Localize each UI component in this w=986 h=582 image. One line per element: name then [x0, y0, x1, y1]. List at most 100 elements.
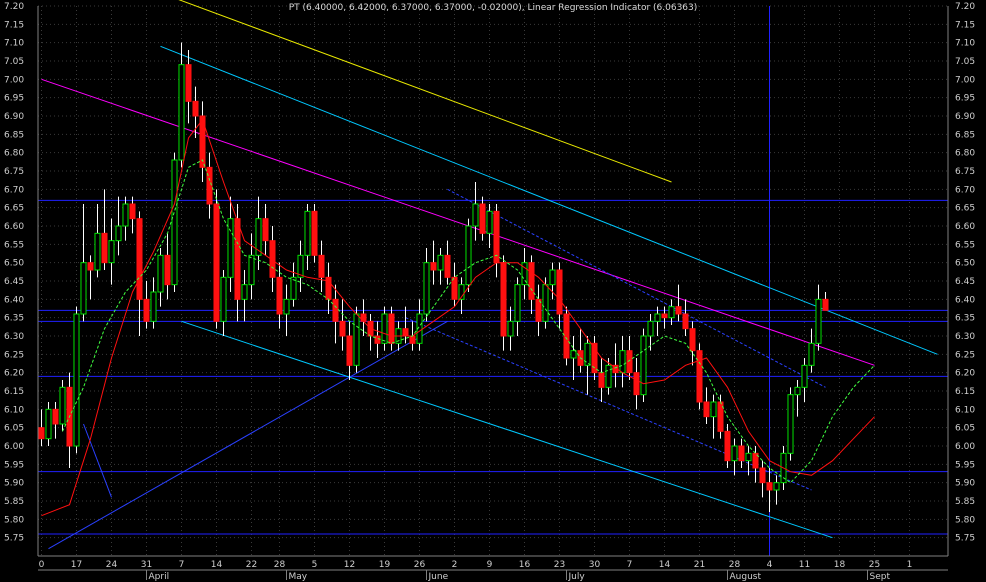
y-tick-label-right: 5.80 — [955, 515, 975, 525]
y-tick-label-left: 7.10 — [4, 39, 24, 49]
candle-up — [59, 386, 66, 425]
x-day-label: 26 — [414, 560, 426, 570]
y-tick-label-left: 6.45 — [4, 277, 24, 287]
candle-down — [675, 306, 682, 315]
candle-up — [150, 291, 157, 322]
x-day-label: 23 — [554, 560, 565, 570]
y-tick-label-right: 6.05 — [955, 424, 975, 434]
candle-down — [129, 203, 136, 220]
y-tick-label-right: 7.15 — [955, 20, 975, 30]
candle-down — [374, 335, 381, 344]
candle-down — [556, 269, 563, 315]
y-tick-label-left: 6.95 — [4, 94, 24, 104]
candle-up — [801, 364, 808, 388]
candle-down — [703, 401, 710, 418]
x-month-label: July — [568, 572, 586, 582]
candle-down — [388, 313, 395, 344]
y-tick-label-left: 6.35 — [4, 314, 24, 324]
y-tick-label-left: 6.20 — [4, 369, 24, 379]
y-tick-label-right: 7.05 — [955, 57, 975, 67]
y-tick-label-right: 5.75 — [955, 534, 975, 544]
x-day-label: 28 — [274, 560, 286, 570]
y-tick-label-right: 6.35 — [955, 314, 975, 324]
x-day-label: 7 — [627, 560, 633, 570]
candle-down — [479, 203, 486, 234]
x-day-label: 5 — [312, 560, 318, 570]
candle-down — [52, 408, 59, 425]
candle-down — [500, 262, 507, 337]
x-day-label: 1 — [907, 560, 913, 570]
x-day-label: 11 — [799, 560, 810, 570]
y-tick-label-left: 5.80 — [4, 515, 24, 525]
candle-up — [472, 203, 479, 227]
candle-up — [94, 232, 101, 271]
candle-up — [794, 386, 801, 396]
candle-down — [206, 166, 213, 205]
x-day-label: 14 — [211, 560, 223, 570]
candle-down — [563, 313, 570, 359]
candle-down — [213, 203, 220, 322]
candle-down — [101, 232, 108, 264]
candle-down — [262, 218, 269, 242]
candle-down — [87, 262, 94, 271]
candle-up — [465, 225, 472, 286]
x-day-label: 28 — [729, 560, 741, 570]
x-day-label: 25 — [869, 560, 880, 570]
x-day-label: 16 — [519, 560, 531, 570]
y-tick-label-left: 6.40 — [4, 295, 24, 305]
y-tick-label-right: 5.90 — [955, 479, 975, 489]
candle-up — [353, 313, 360, 366]
y-tick-label-left: 6.85 — [4, 130, 24, 140]
candle-down — [661, 313, 668, 319]
candle-up — [787, 394, 794, 454]
candle-up — [815, 298, 822, 344]
x-day-label: 9 — [487, 560, 493, 570]
candle-up — [122, 203, 129, 227]
x-month-label: August — [730, 572, 762, 582]
y-tick-label-right: 6.70 — [955, 185, 975, 195]
candle-up — [773, 482, 780, 491]
x-day-label: 14 — [659, 560, 671, 570]
y-tick-label-right: 6.45 — [955, 277, 975, 287]
candle-down — [311, 210, 318, 256]
y-tick-label-right: 6.10 — [955, 405, 975, 415]
candle-down — [682, 313, 689, 330]
candle-down — [451, 276, 458, 300]
y-tick-label-right: 5.95 — [955, 460, 975, 470]
y-tick-label-left: 5.85 — [4, 497, 24, 507]
x-day-label: 30 — [589, 560, 601, 570]
candlestick-chart: 7.20 7.20 7.15 7.15 7.10 7.10 7.05 7.05 7.00 7.00… — [0, 0, 986, 582]
candle-down — [143, 298, 150, 322]
candle-down — [724, 430, 731, 462]
y-tick-label-left: 6.00 — [4, 442, 24, 452]
candle-up — [73, 313, 80, 447]
candle-up — [157, 254, 164, 293]
y-tick-label-right: 6.50 — [955, 259, 975, 269]
candle-up — [710, 401, 717, 418]
x-month-label: May — [289, 572, 308, 582]
candle-down — [430, 262, 437, 271]
y-tick-label-left: 6.75 — [4, 167, 24, 177]
candle-up — [108, 240, 115, 264]
y-tick-label-right: 6.75 — [955, 167, 975, 177]
y-tick-label-right: 6.15 — [955, 387, 975, 397]
y-tick-label-right: 6.90 — [955, 112, 975, 122]
candle-up — [381, 313, 388, 344]
x-day-label: 22 — [246, 560, 257, 570]
y-tick-label-right: 6.65 — [955, 204, 975, 214]
y-tick-label-left: 5.75 — [4, 534, 24, 544]
x-day-label: 24 — [106, 560, 118, 570]
candle-down — [766, 482, 773, 491]
x-month-label: April — [149, 572, 170, 582]
y-tick-label-right: 6.40 — [955, 295, 975, 305]
chart-container: 7.20 7.20 7.15 7.15 7.10 7.10 7.05 7.05 7.00 7.00… — [0, 0, 986, 582]
candle-up — [486, 210, 493, 234]
candle-up — [514, 284, 521, 322]
y-tick-label-left: 6.60 — [4, 222, 24, 232]
candle-up — [542, 284, 549, 322]
chart-background — [0, 0, 986, 582]
candle-down — [633, 372, 640, 396]
y-tick-label-left: 7.15 — [4, 20, 24, 30]
candle-up — [227, 218, 234, 278]
y-tick-label-left: 7.05 — [4, 57, 24, 67]
